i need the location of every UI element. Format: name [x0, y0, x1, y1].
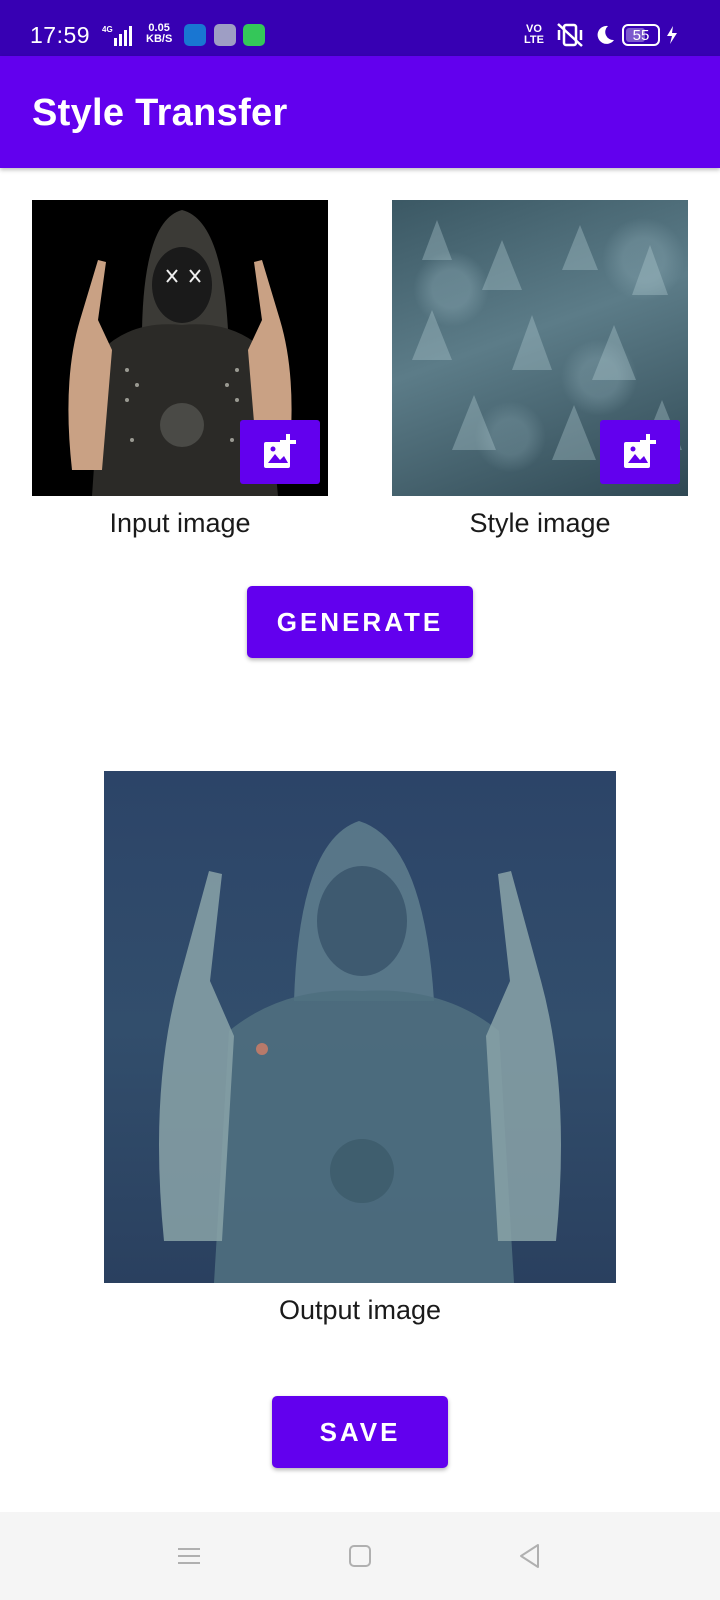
- volte-indicator: VO LTE: [524, 24, 544, 46]
- save-button[interactable]: SAVE: [272, 1396, 448, 1468]
- output-image: [104, 771, 616, 1283]
- page-title: Style Transfer: [32, 92, 288, 134]
- vibrate-off-icon: [557, 23, 583, 47]
- network-type-label: 4G: [102, 25, 113, 34]
- speed-unit: KB/S: [146, 33, 173, 45]
- output-image-photo: [159, 821, 561, 1283]
- status-bar: 17:59 4G 0.05 KB/S VO LTE 55: [0, 0, 720, 56]
- add-style-image-button[interactable]: [600, 420, 680, 484]
- add-photo-icon: [264, 434, 296, 468]
- battery-icon: 55: [622, 24, 660, 46]
- usb-app-icon: [184, 24, 206, 46]
- navigation-bar: [0, 1512, 720, 1600]
- store-app-icon: [214, 24, 236, 46]
- input-image-caption: Input image: [109, 508, 251, 538]
- add-input-image-button[interactable]: [240, 420, 320, 484]
- do-not-disturb-moon-icon: [597, 25, 614, 44]
- add-photo-icon: [624, 434, 656, 468]
- menu-icon[interactable]: [175, 1542, 203, 1570]
- status-time: 17:59: [30, 22, 91, 48]
- output-image-caption: Output image: [278, 1295, 442, 1325]
- network-speed: 0.05 KB/S: [146, 23, 172, 45]
- generate-button[interactable]: GENERATE: [247, 586, 473, 658]
- style-image: [392, 200, 688, 496]
- input-image: [32, 200, 328, 496]
- battery-percent: 55: [632, 27, 650, 44]
- volte-bottom: LTE: [524, 34, 544, 46]
- signal-icon: 4G: [102, 25, 132, 46]
- chat-app-icon: [243, 24, 265, 46]
- app-bar: Style Transfer: [0, 56, 720, 168]
- back-triangle-icon[interactable]: [516, 1542, 544, 1570]
- style-image-caption: Style image: [469, 508, 611, 538]
- charging-bolt-icon: [667, 26, 677, 44]
- home-square-icon[interactable]: [346, 1542, 374, 1570]
